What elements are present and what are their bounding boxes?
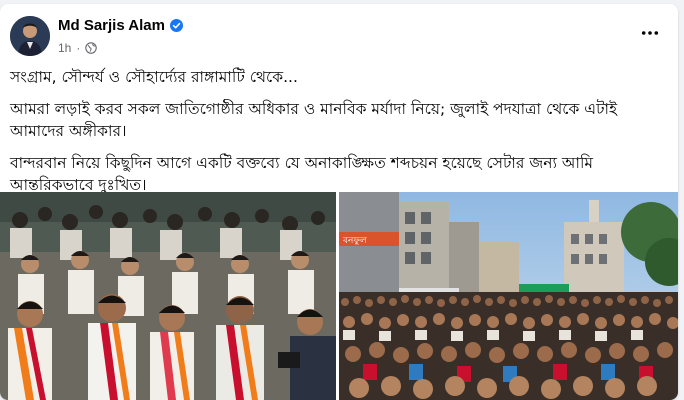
meta-separator: · [76, 41, 81, 55]
rally-march-photo[interactable] [0, 192, 336, 400]
author-avatar[interactable] [10, 16, 50, 56]
post-card: Md Sarjis Alam 1h · সংগ্রাম, সৌন্দর্য ও … [0, 4, 678, 400]
post-body-text: সংগ্রাম, সৌন্দর্য ও সৌহার্দ্যের রাঙ্গামা… [10, 66, 670, 206]
more-options-button[interactable] [636, 24, 664, 42]
author-name[interactable]: Md Sarjis Alam [58, 17, 165, 34]
post-text-paragraph-2: আমরা লড়াই করব সকল জাতিগোষ্ঠীর অধিকার ও … [10, 100, 618, 140]
post-text-paragraph-3: বান্দরবান নিয়ে কিছুদিন আগে একটি বক্তব্য… [10, 154, 594, 194]
post-meta: 1h · [58, 41, 98, 55]
post-text-paragraph-1: সংগ্রাম, সৌন্দর্য ও সৌহার্দ্যের রাঙ্গামা… [10, 68, 298, 86]
author-name-row[interactable]: Md Sarjis Alam [58, 17, 183, 34]
more-horizontal-icon [641, 31, 659, 35]
globe-icon[interactable] [85, 42, 98, 54]
post-header: Md Sarjis Alam 1h · [0, 4, 678, 60]
crowd-street-photo[interactable]: বনফুল [339, 192, 678, 400]
shop-sign-text: বনফুল [342, 236, 367, 246]
post-timestamp[interactable]: 1h [58, 41, 71, 55]
verified-badge-icon [169, 19, 183, 32]
